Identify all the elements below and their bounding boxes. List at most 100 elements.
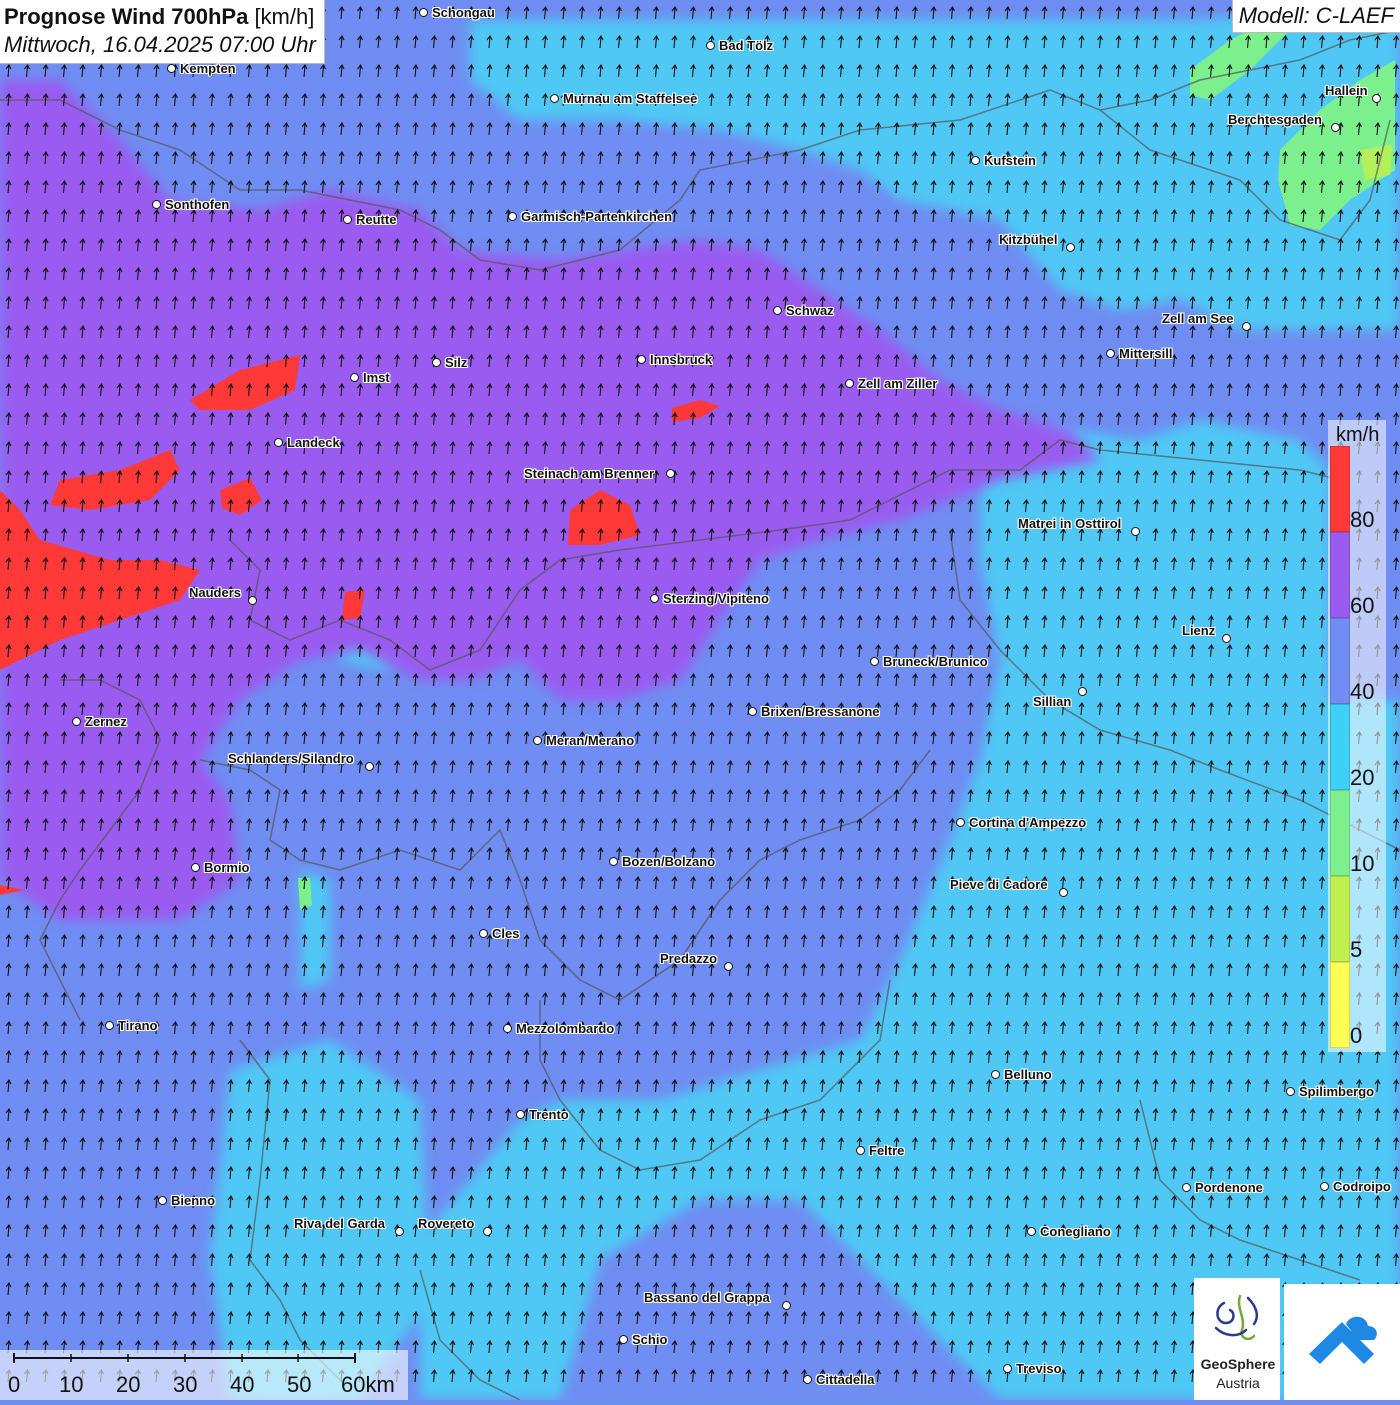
scale-label: 40: [230, 1372, 255, 1397]
city-marker-icon: [105, 1021, 114, 1030]
city-label: Feltre: [869, 1143, 905, 1158]
city-label: Schlanders/Silandro: [228, 751, 354, 766]
city-label: Belluno: [1004, 1067, 1052, 1082]
city-marker-icon: [503, 1024, 512, 1033]
city-label: Schwaz: [786, 303, 834, 318]
city-label: Meran/Merano: [546, 733, 635, 748]
city-marker-icon: [152, 200, 161, 209]
city-label: Bormio: [204, 860, 250, 875]
scale-label: 30: [173, 1372, 198, 1397]
geosphere-name: GeoSphere: [1200, 1356, 1276, 1372]
city-label: Zell am Ziller: [858, 376, 938, 391]
city-marker-icon: [748, 707, 757, 716]
city-label: Rovereto: [418, 1216, 475, 1231]
forecast-datetime: Mittwoch, 16.04.2025 07:00 Uhr: [4, 32, 316, 57]
city-marker-icon: [650, 594, 659, 603]
city-label: Murnau am Staffelsee: [563, 91, 698, 106]
city-marker-icon: [1003, 1364, 1012, 1373]
city-label: Predazzo: [660, 951, 718, 966]
city-marker-icon: [1066, 243, 1075, 252]
model-label: Modell: C-LAEF: [1231, 0, 1400, 33]
city-marker-icon: [365, 762, 374, 771]
city-marker-icon: [516, 1110, 525, 1119]
city-marker-icon: [1027, 1227, 1036, 1236]
city-label: Cles: [492, 926, 520, 941]
legend-label: 80: [1350, 507, 1375, 532]
city-marker-icon: [856, 1146, 865, 1155]
city-label: Mezzolombardo: [516, 1021, 615, 1036]
city-marker-icon: [1372, 94, 1381, 103]
city-marker-icon: [1182, 1183, 1191, 1192]
map-title: Prognose Wind 700hPa [km/h]: [4, 3, 316, 31]
city-label: Cittadella: [816, 1372, 875, 1387]
city-marker-icon: [637, 355, 646, 364]
city-marker-icon: [550, 94, 559, 103]
city-marker-icon: [619, 1335, 628, 1344]
city-marker-icon: [845, 379, 854, 388]
city-marker-icon: [991, 1070, 1000, 1079]
app-logo: [1284, 1284, 1400, 1400]
city-label: Trento: [529, 1107, 569, 1122]
city-label: Bienno: [171, 1193, 216, 1208]
city-label: Bad Tölz: [719, 38, 774, 53]
city-marker-icon: [1131, 527, 1140, 536]
city-marker-icon: [508, 212, 517, 221]
city-label: Cortina d'Ampezzo: [969, 815, 1087, 830]
city-label: Sterzing/Vipiteno: [663, 591, 769, 606]
legend-swatch: [1330, 790, 1350, 876]
scale-label: 0: [8, 1372, 21, 1397]
legend-swatch: [1330, 704, 1350, 790]
city-marker-icon: [803, 1375, 812, 1384]
geosphere-swirl-icon: [1214, 1294, 1259, 1341]
city-label: Innsbruck: [650, 352, 713, 367]
city-marker-icon: [533, 736, 542, 745]
city-label: Kufstein: [984, 153, 1036, 168]
city-label: Garmisch-Partenkirchen: [521, 209, 673, 224]
legend-label: 20: [1350, 765, 1375, 790]
city-label: Mittersill: [1119, 346, 1173, 361]
city-label: Reutte: [356, 212, 397, 227]
city-label: Sillian: [1033, 694, 1072, 709]
city-marker-icon: [419, 8, 428, 17]
city-label: Pordenone: [1195, 1180, 1263, 1195]
city-marker-icon: [191, 863, 200, 872]
city-label: Zell am See: [1162, 311, 1234, 326]
legend-swatch: [1330, 876, 1350, 962]
city-label: Brixen/Bressanone: [761, 704, 880, 719]
city-marker-icon: [870, 657, 879, 666]
city-label: Riva del Garda: [294, 1216, 386, 1231]
city-marker-icon: [432, 358, 441, 367]
title-bold: Prognose Wind 700hPa: [4, 4, 249, 29]
city-label: Silz: [445, 355, 468, 370]
city-marker-icon: [274, 438, 283, 447]
scale-label: 60km: [341, 1372, 395, 1397]
city-marker-icon: [1222, 634, 1231, 643]
city-marker-icon: [1331, 123, 1340, 132]
city-label: Spilimbergo: [1299, 1084, 1375, 1099]
legend-label: 10: [1350, 851, 1375, 876]
legend-swatch: [1330, 532, 1350, 618]
city-marker-icon: [1106, 349, 1115, 358]
city-marker-icon: [1059, 888, 1068, 897]
city-label: Conegliano: [1040, 1224, 1111, 1239]
city-marker-icon: [724, 962, 733, 971]
city-marker-icon: [773, 306, 782, 315]
city-label: Matrei in Osttirol: [1018, 516, 1122, 531]
legend-label: 60: [1350, 593, 1375, 618]
city-label: Steinach am Brenner: [524, 466, 655, 481]
city-label: Berchtesgaden: [1228, 112, 1322, 127]
city-marker-icon: [1320, 1182, 1329, 1191]
legend-label: 0: [1350, 1023, 1363, 1048]
city-label: Sonthofen: [165, 197, 230, 212]
city-label: Schongau: [432, 5, 495, 20]
app-cloud-icon: [1309, 1316, 1377, 1364]
city-label: Tirano: [118, 1018, 158, 1033]
geosphere-country: Austria: [1216, 1375, 1260, 1391]
city-marker-icon: [343, 215, 352, 224]
city-label: Kempten: [180, 61, 236, 76]
legend-label: 5: [1350, 937, 1363, 962]
city-label: Zernez: [85, 714, 127, 729]
legend-swatch: [1330, 962, 1350, 1048]
city-marker-icon: [971, 156, 980, 165]
city-label: Codroipo: [1333, 1179, 1391, 1194]
